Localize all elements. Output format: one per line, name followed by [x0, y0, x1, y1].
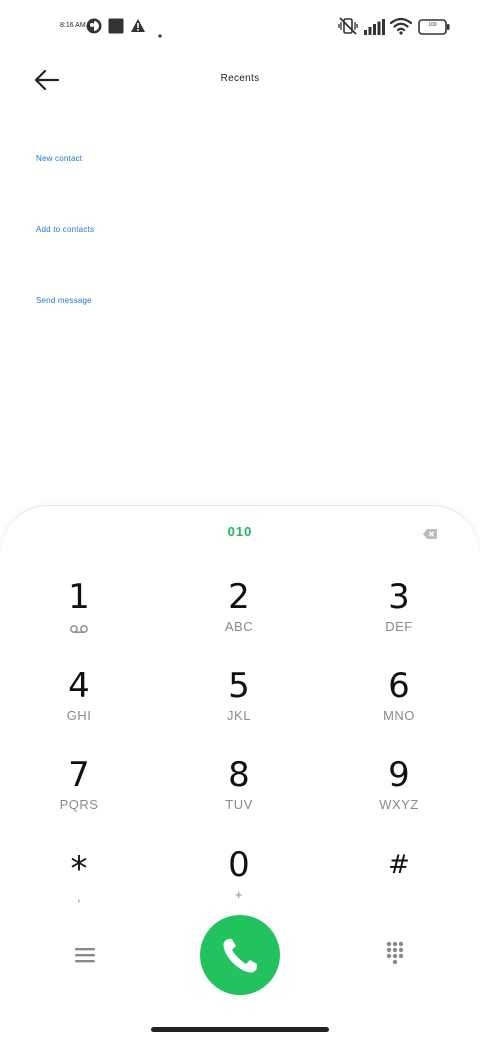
key-digit: 3	[388, 577, 410, 617]
key-9[interactable]: 9 WXYZ	[329, 755, 469, 833]
key-8[interactable]: 8 TUV	[169, 755, 309, 833]
battery-icon: 100	[418, 19, 450, 40]
phone-icon	[223, 939, 257, 973]
wifi-icon	[389, 17, 413, 40]
key-digit: 1	[68, 577, 90, 617]
signal-strength-icon	[364, 19, 386, 40]
backspace-button[interactable]	[423, 526, 437, 539]
new-contact-link[interactable]: New contact	[36, 154, 82, 163]
home-indicator[interactable]	[151, 1027, 329, 1032]
backspace-icon	[423, 529, 437, 539]
key-digit: 2	[228, 577, 250, 617]
key-0[interactable]: 0 +	[169, 845, 309, 923]
key-digit: 0	[228, 845, 250, 885]
more-notifications-dot-icon	[158, 25, 162, 43]
vibrate-off-icon	[338, 16, 358, 41]
key-digit: 5	[228, 666, 250, 706]
key-digit: 9	[388, 755, 410, 795]
key-letters: WXYZ	[379, 797, 419, 812]
key-letters: ABC	[224, 619, 254, 634]
key-digit: #	[388, 850, 410, 880]
warning-icon	[130, 18, 146, 38]
key-letters: ,	[76, 889, 82, 904]
voicemail-icon	[70, 621, 88, 639]
add-to-contacts-link[interactable]: Add to contacts	[36, 225, 94, 234]
page-title: Recents	[220, 73, 260, 84]
key-4[interactable]: 4 GHI	[9, 666, 149, 744]
key-1[interactable]: 1	[9, 577, 149, 655]
key-letters: MNO	[383, 708, 415, 723]
key-letters: DEF	[385, 619, 413, 634]
key-letters: JKL	[227, 708, 251, 723]
keypad-icon	[386, 941, 404, 965]
square-notification-icon	[108, 18, 124, 39]
key-star[interactable]: * ,	[9, 847, 149, 925]
key-3[interactable]: 3 DEF	[329, 577, 469, 655]
menu-button[interactable]	[70, 941, 100, 969]
menu-icon	[75, 948, 95, 963]
keypad-toggle-button[interactable]	[380, 938, 410, 970]
key-digit: 6	[388, 666, 410, 706]
key-letters: +	[234, 887, 244, 902]
key-7[interactable]: 7 PQRS	[9, 755, 149, 833]
dialed-number: 010	[227, 524, 253, 539]
status-bar: 8:16 AM 100	[0, 0, 480, 56]
status-time: 8:16 AM	[60, 22, 86, 29]
app-notification-icon	[86, 18, 102, 39]
dialer-screen: 8:16 AM 100 Recents New contact Add to c…	[0, 0, 480, 1040]
key-letters: GHI	[66, 708, 92, 723]
key-2[interactable]: 2 ABC	[169, 577, 309, 655]
call-button[interactable]	[200, 915, 280, 995]
key-letters: PQRS	[59, 797, 99, 812]
key-digit: *	[70, 849, 88, 889]
key-digit: 7	[68, 755, 90, 795]
key-digit: 4	[68, 666, 90, 706]
key-letters: TUV	[225, 797, 253, 812]
key-hash[interactable]: #	[329, 845, 469, 923]
key-6[interactable]: 6 MNO	[329, 666, 469, 744]
key-digit: 8	[228, 755, 250, 795]
send-message-link[interactable]: Send message	[36, 296, 92, 305]
battery-level: 100	[428, 22, 437, 28]
key-5[interactable]: 5 JKL	[169, 666, 309, 744]
